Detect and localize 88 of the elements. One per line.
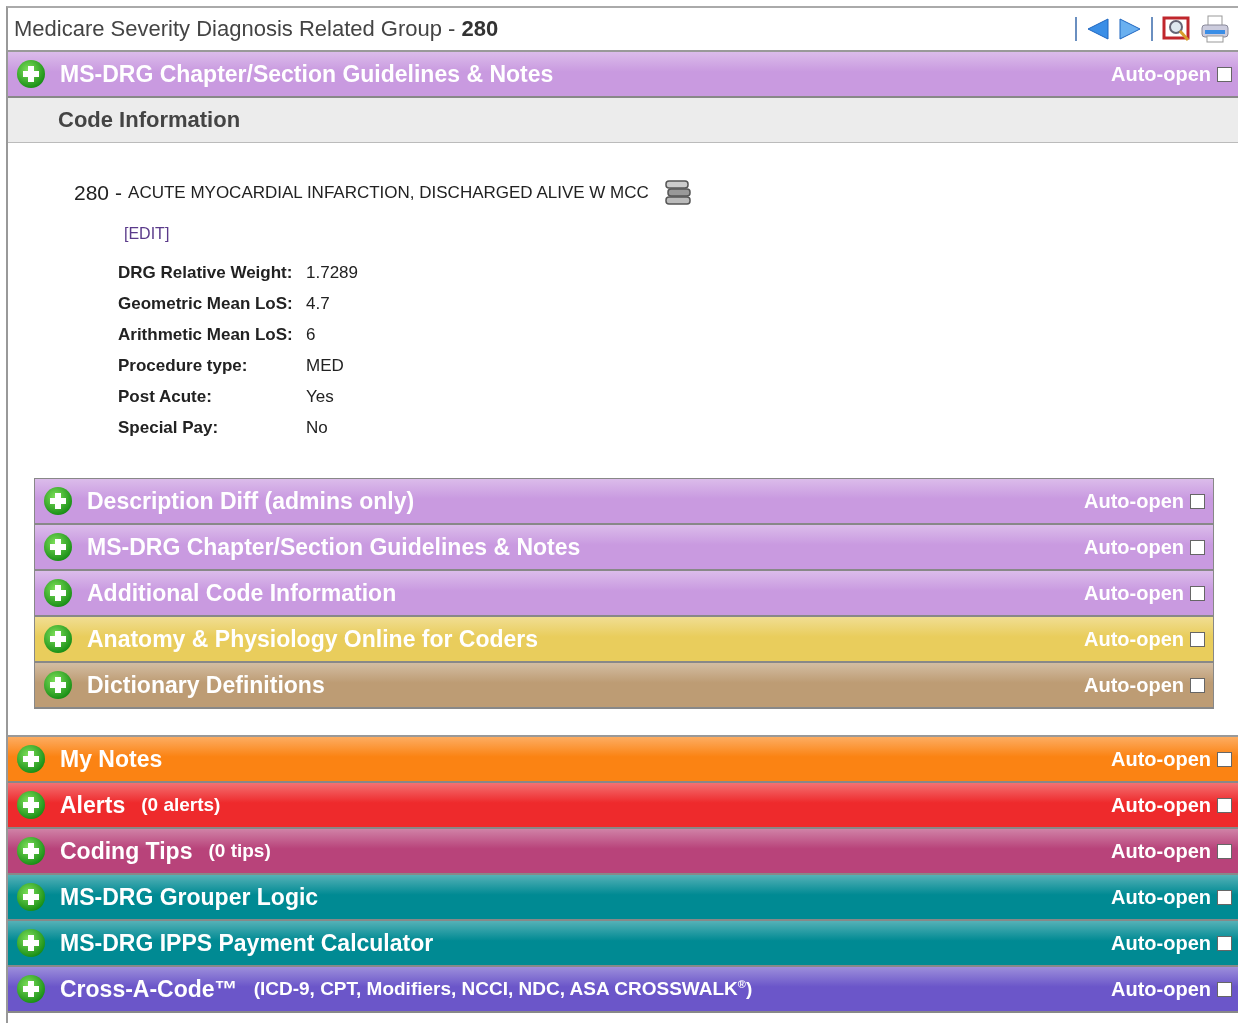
- section-bar[interactable]: MS-DRG Chapter/Section Guidelines & Notes Auto-open: [35, 525, 1213, 571]
- expand-icon[interactable]: [16, 744, 46, 774]
- field-label: Arithmetic Mean LoS:: [118, 325, 294, 345]
- field-value: 4.7: [306, 294, 331, 314]
- field-value: Yes: [306, 387, 335, 407]
- section-bar[interactable]: Additional Code Information Auto-open: [35, 571, 1213, 617]
- expand-icon[interactable]: [16, 882, 46, 912]
- auto-open-label: Auto-open: [1084, 581, 1184, 605]
- drg-description: ACUTE MYOCARDIAL INFARCTION, DISCHARGED ALIVE W MCC: [128, 183, 649, 203]
- section-title: MS-DRG Chapter/Section Guidelines & Notes: [87, 533, 581, 561]
- books-icon[interactable]: [662, 179, 693, 207]
- next-button[interactable]: [1118, 17, 1142, 41]
- book-search-icon[interactable]: [1162, 15, 1192, 43]
- toolbar-divider: [1150, 17, 1154, 41]
- section-bar[interactable]: Cross-A-Code™ (ICD-9, CPT, Modifiers, NCCI, NDC, ASA CROSSWALK$^{®}$) Auto-open: [8, 967, 1238, 1013]
- auto-open-checkbox[interactable]: [1217, 889, 1232, 905]
- section-title: Code Information: [58, 107, 241, 133]
- expand-icon[interactable]: [16, 790, 46, 820]
- previous-button[interactable]: [1086, 17, 1110, 41]
- toolbar-divider: [1074, 17, 1078, 41]
- expand-icon[interactable]: [43, 624, 73, 654]
- auto-open-label: Auto-open: [1111, 931, 1211, 955]
- section-bar[interactable]: Coding Tips (0 tips) Auto-open: [8, 829, 1238, 875]
- section-title: MS-DRG IPPS Payment Calculator: [60, 929, 434, 957]
- expand-icon[interactable]: [16, 928, 46, 958]
- page-title: Medicare Severity Diagnosis Related Group - 280: [14, 16, 500, 42]
- auto-open-checkbox[interactable]: [1190, 493, 1205, 509]
- expand-icon[interactable]: [43, 578, 73, 608]
- auto-open-label: Auto-open: [1111, 793, 1211, 817]
- auto-open-label: Auto-open: [1111, 977, 1211, 1001]
- auto-open-checkbox[interactable]: [1190, 631, 1205, 647]
- field-label: Special Pay:: [118, 418, 220, 438]
- section-title: Dictionary Definitions: [87, 671, 325, 699]
- auto-open-checkbox[interactable]: [1217, 935, 1232, 951]
- field-label: Geometric Mean LoS:: [118, 294, 294, 314]
- section-bar[interactable]: MS-DRG Grouper Logic Auto-open: [8, 875, 1238, 921]
- section-count: (0 alerts): [141, 794, 222, 816]
- expand-icon[interactable]: [43, 486, 73, 516]
- auto-open-checkbox[interactable]: [1190, 677, 1205, 693]
- auto-open-label: Auto-open: [1084, 489, 1184, 513]
- edit-link[interactable]: [EDIT]: [124, 225, 170, 243]
- section-title: Anatomy & Physiology Online for Coders: [87, 625, 539, 653]
- auto-open-label: Auto-open: [1111, 839, 1211, 863]
- field-label: Post Acute:: [118, 387, 213, 407]
- section-bar[interactable]: Anatomy & Physiology Online for Coders Auto-open: [35, 617, 1213, 663]
- section-title: Alerts: [60, 791, 126, 819]
- expand-icon[interactable]: [43, 532, 73, 562]
- section-count: (0 tips): [208, 840, 272, 862]
- auto-open-checkbox[interactable]: [1190, 585, 1205, 601]
- section-bar[interactable]: Description Diff (admins only) Auto-open: [35, 479, 1213, 525]
- auto-open-label: Auto-open: [1084, 673, 1184, 697]
- expand-icon[interactable]: [16, 836, 46, 866]
- field-value: 6: [306, 325, 317, 345]
- auto-open-label: Auto-open: [1084, 535, 1184, 559]
- section-title: Cross-A-Code™: [60, 975, 238, 1003]
- section-bar[interactable]: My Notes Auto-open: [8, 737, 1238, 783]
- print-icon[interactable]: [1200, 15, 1230, 43]
- field-label: DRG Relative Weight:: [118, 263, 294, 283]
- section-title: My Notes: [60, 745, 163, 773]
- field-value: No: [306, 418, 329, 438]
- auto-open-checkbox[interactable]: [1217, 981, 1232, 997]
- drg-code: 280: [74, 181, 110, 205]
- section-bar[interactable]: Alerts (0 alerts) Auto-open: [8, 783, 1238, 829]
- section-title: Description Diff (admins only): [87, 487, 415, 515]
- field-value: 1.7289: [306, 263, 359, 283]
- section-title: Coding Tips: [60, 837, 193, 865]
- section-title: Additional Code Information: [87, 579, 397, 607]
- auto-open-label: Auto-open: [1111, 747, 1211, 771]
- field-value: MED: [306, 356, 345, 376]
- section-bar[interactable]: Dictionary Definitions Auto-open: [35, 663, 1213, 709]
- section-bar[interactable]: MS-DRG IPPS Payment Calculator Auto-open: [8, 921, 1238, 967]
- expand-icon[interactable]: [16, 974, 46, 1004]
- auto-open-label: Auto-open: [1111, 62, 1211, 86]
- field-label: Procedure type:: [118, 356, 249, 376]
- section-title: MS-DRG Grouper Logic: [60, 883, 319, 911]
- auto-open-checkbox[interactable]: [1217, 797, 1232, 813]
- auto-open-checkbox[interactable]: [1190, 539, 1205, 555]
- expand-icon[interactable]: [43, 670, 73, 700]
- auto-open-checkbox[interactable]: [1217, 66, 1232, 82]
- auto-open-checkbox[interactable]: [1217, 751, 1232, 767]
- dash: -: [115, 181, 123, 205]
- section-count: (ICD-9, CPT, Modifiers, NCCI, NDC, ASA CROSSWALK$^{®}$): [253, 977, 754, 1001]
- section-bar[interactable]: MS-DRG Chapter/Section Guidelines & Notes Auto-open: [8, 52, 1238, 98]
- auto-open-label: Auto-open: [1084, 627, 1184, 651]
- expand-icon[interactable]: [16, 59, 46, 89]
- auto-open-checkbox[interactable]: [1217, 843, 1232, 859]
- section-title: MS-DRG Chapter/Section Guidelines & Notes: [60, 60, 554, 88]
- auto-open-label: Auto-open: [1111, 885, 1211, 909]
